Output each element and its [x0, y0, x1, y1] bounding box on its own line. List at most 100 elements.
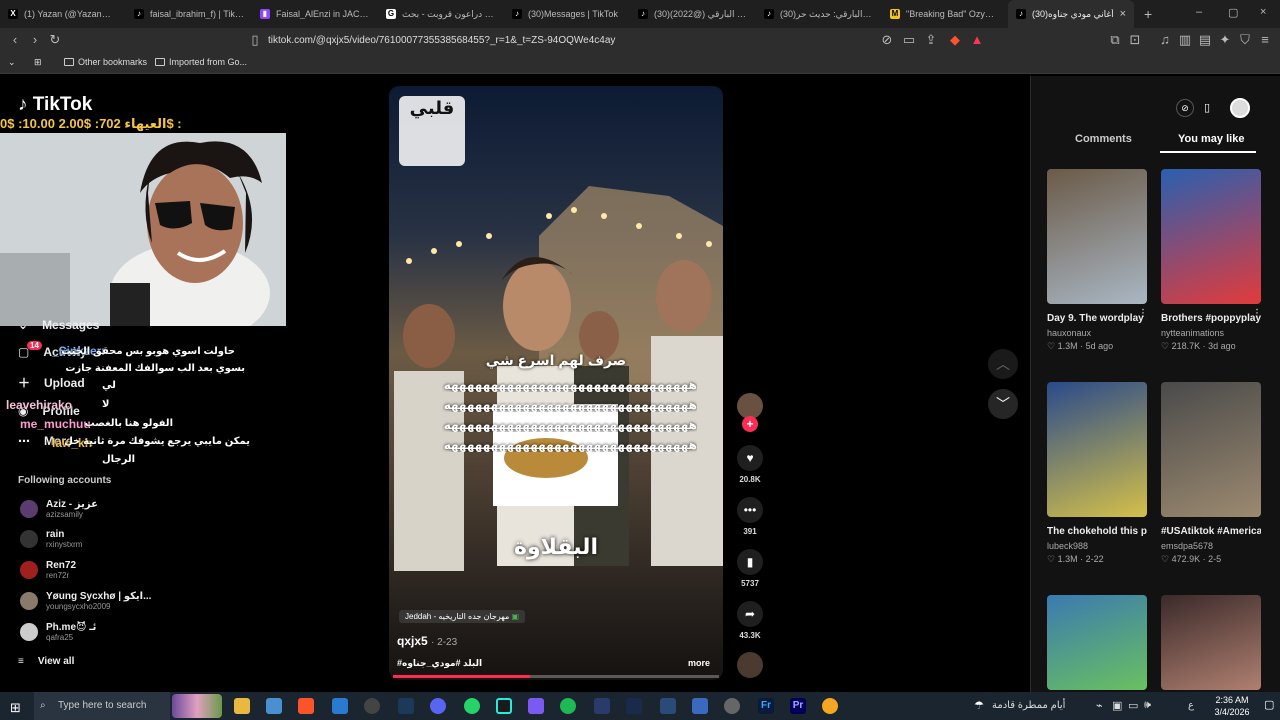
prev-video-button[interactable]: ︿: [988, 349, 1018, 379]
like-button[interactable]: ♥ 20.8K: [737, 445, 763, 484]
recommended-video-card[interactable]: #USAtiktok #AmericanLife... emsdpa5678 ♡…: [1161, 382, 1261, 565]
share-icon[interactable]: ⇪: [924, 33, 938, 47]
follow-plus-icon[interactable]: +: [742, 416, 758, 432]
new-tab-icon[interactable]: +: [1144, 6, 1152, 22]
following-account[interactable]: Ph.me😈 ئـ qafra25: [20, 622, 96, 642]
wallet-icon[interactable]: ▤: [1198, 33, 1212, 47]
back-icon[interactable]: ‹: [8, 33, 22, 47]
brave-rewards-icon[interactable]: ▲: [970, 33, 984, 47]
sidebar-icon[interactable]: ▥: [1178, 33, 1192, 47]
recommended-video-card[interactable]: [1047, 595, 1147, 690]
display-icon[interactable]: ▭: [1128, 699, 1138, 712]
profile-avatar[interactable]: [1230, 98, 1250, 118]
browser-tab[interactable]: ♪ faisal_ibrahim_f) | TikTok_: [126, 0, 252, 28]
vpn-icon[interactable]: ⛉: [1238, 33, 1252, 47]
discord-icon[interactable]: [430, 698, 446, 714]
bookmark-other[interactable]: Other bookmarks: [64, 57, 147, 67]
brave-shield-icon[interactable]: ◆: [948, 33, 962, 47]
screenshot-icon[interactable]: ⊡: [1128, 33, 1142, 47]
browser-tab[interactable]: X (1) Yazan (@YazanWasHere: [0, 0, 126, 28]
tab-comments[interactable]: Comments: [1075, 133, 1132, 145]
recommended-video-card[interactable]: [1161, 595, 1261, 690]
browser-tab[interactable]: M "Breaking Bad" Ozymandi: [882, 0, 1008, 28]
windows-start-icon[interactable]: ⊞: [10, 700, 21, 716]
app-icon[interactable]: [626, 698, 642, 714]
card-menu-icon[interactable]: ⋮: [1252, 308, 1262, 319]
video-progress-track[interactable]: [393, 675, 719, 678]
adobe-fresco-icon[interactable]: Fr: [758, 698, 774, 714]
view-all-button[interactable]: ≡ View all: [18, 656, 74, 667]
comment-button[interactable]: ••• 391: [737, 497, 763, 536]
app-icon[interactable]: [822, 698, 838, 714]
following-account[interactable]: Aziz - عزيز azizsamily: [20, 499, 98, 519]
file-explorer-icon[interactable]: [234, 698, 250, 714]
reload-icon[interactable]: ↻: [48, 33, 62, 47]
device-icon[interactable]: ▯: [1200, 99, 1214, 117]
following-account[interactable]: Yøung Sycxhø | ايكو... youngsycxho2009: [20, 591, 151, 611]
volume-icon[interactable]: 🕪: [1144, 699, 1151, 712]
close-window-icon[interactable]: ×: [1260, 6, 1266, 18]
recommended-video-card[interactable]: Brothers #poppyplaytime... nytteanimatio…: [1161, 169, 1261, 352]
browser-tab[interactable]: G دراعون قروبت - بحث Google: [378, 0, 504, 28]
save-button[interactable]: ▮ 5737: [737, 549, 763, 588]
obs-icon[interactable]: [364, 698, 380, 714]
following-account[interactable]: rain rxinystxrm: [20, 529, 82, 549]
location-tag[interactable]: ▣ مهرجان جده التاريخيه - Jeddah: [399, 610, 526, 623]
weather-text[interactable]: أيام ممطرة قادمة: [992, 700, 1065, 711]
close-tab-icon[interactable]: ×: [1120, 8, 1126, 20]
video-hashtags[interactable]: #البلد #مودي_جناوه: [397, 658, 482, 669]
store-icon[interactable]: [266, 698, 282, 714]
pip-icon[interactable]: ▭: [902, 33, 916, 47]
brave-icon[interactable]: [298, 698, 314, 714]
spotify-icon[interactable]: [560, 698, 576, 714]
sound-disc-button[interactable]: [737, 652, 763, 678]
menu-icon[interactable]: ≡: [1258, 33, 1272, 47]
browser-tab[interactable]: ▮ Faisal_AlEnzi in JACO - JAC: [252, 0, 378, 28]
recommended-video-card[interactable]: Day 9. The wordplay queen i... hauxonaux…: [1047, 169, 1147, 352]
extensions-icon[interactable]: ⧉: [1108, 33, 1122, 47]
music-icon[interactable]: ♫: [1158, 33, 1172, 47]
app-icon[interactable]: [660, 698, 676, 714]
more-link[interactable]: more: [688, 658, 710, 668]
tab-search-icon[interactable]: ⌄: [8, 57, 16, 68]
card-menu-icon[interactable]: ⋮: [1138, 308, 1148, 319]
gamepad-icon[interactable]: [528, 698, 544, 714]
share-button[interactable]: ➦ 43.3K: [737, 601, 763, 640]
forward-icon[interactable]: ›: [28, 33, 42, 47]
input-language[interactable]: ع: [1188, 700, 1194, 711]
browser-tab[interactable]: ♪ حسين البارقي (@2022)(30): [630, 0, 756, 28]
vpn-app-icon[interactable]: [594, 698, 610, 714]
compass-icon[interactable]: ⊘: [1176, 99, 1194, 117]
whatsapp-icon[interactable]: [464, 698, 480, 714]
bookmark-imported[interactable]: Imported from Go...: [155, 57, 247, 67]
notification-icon[interactable]: ▢: [1264, 698, 1274, 711]
recommended-video-card[interactable]: The chokehold this peanut has on m... lu…: [1047, 382, 1147, 565]
maximize-icon[interactable]: ▢: [1228, 6, 1238, 19]
browser-tab[interactable]: ♪ (30)Messages | TikTok: [504, 0, 630, 28]
app-icon[interactable]: [332, 698, 348, 714]
nav-messages[interactable]: ⌄ Messages: [18, 318, 99, 332]
apps-icon[interactable]: ⊞: [34, 57, 42, 68]
adobe-premiere-icon[interactable]: Pr: [790, 698, 806, 714]
network-icon[interactable]: ▣: [1112, 699, 1122, 712]
browser-tab[interactable]: ♪ حسين البارقي: حديث حر(30): [756, 0, 882, 28]
following-account[interactable]: Ren72 ren72r: [20, 560, 76, 580]
nav-upload[interactable]: ＋ Upload: [18, 374, 85, 391]
app-icon[interactable]: [692, 698, 708, 714]
steam-icon[interactable]: [398, 698, 414, 714]
browser-tab[interactable]: ♪ أغاني مودي جناوه(30) ×: [1008, 0, 1134, 28]
leo-icon[interactable]: ✦: [1218, 33, 1232, 47]
taskbar-search[interactable]: ⌕ Type here to search: [34, 692, 170, 720]
tiktok-live-icon[interactable]: [496, 698, 512, 714]
tiktok-logo[interactable]: ♪ TikTok: [18, 94, 92, 116]
tab-you-may-like[interactable]: You may like: [1178, 133, 1244, 145]
bookmark-page-icon[interactable]: ▯: [248, 33, 262, 47]
video-player[interactable]: قلبي صرف لهم اسرع شي ههههههههههههههههههه…: [389, 86, 723, 680]
next-video-button[interactable]: ﹀: [988, 389, 1018, 419]
minimize-icon[interactable]: –: [1196, 6, 1202, 18]
media-icon[interactable]: ⊘: [880, 33, 894, 47]
mic-icon[interactable]: ⌁: [1096, 699, 1103, 712]
video-author[interactable]: qxjx5 · 2-23: [397, 634, 457, 648]
settings-icon[interactable]: [724, 698, 740, 714]
taskbar-clock[interactable]: 2:36 AM 3/4/2026: [1206, 694, 1258, 718]
